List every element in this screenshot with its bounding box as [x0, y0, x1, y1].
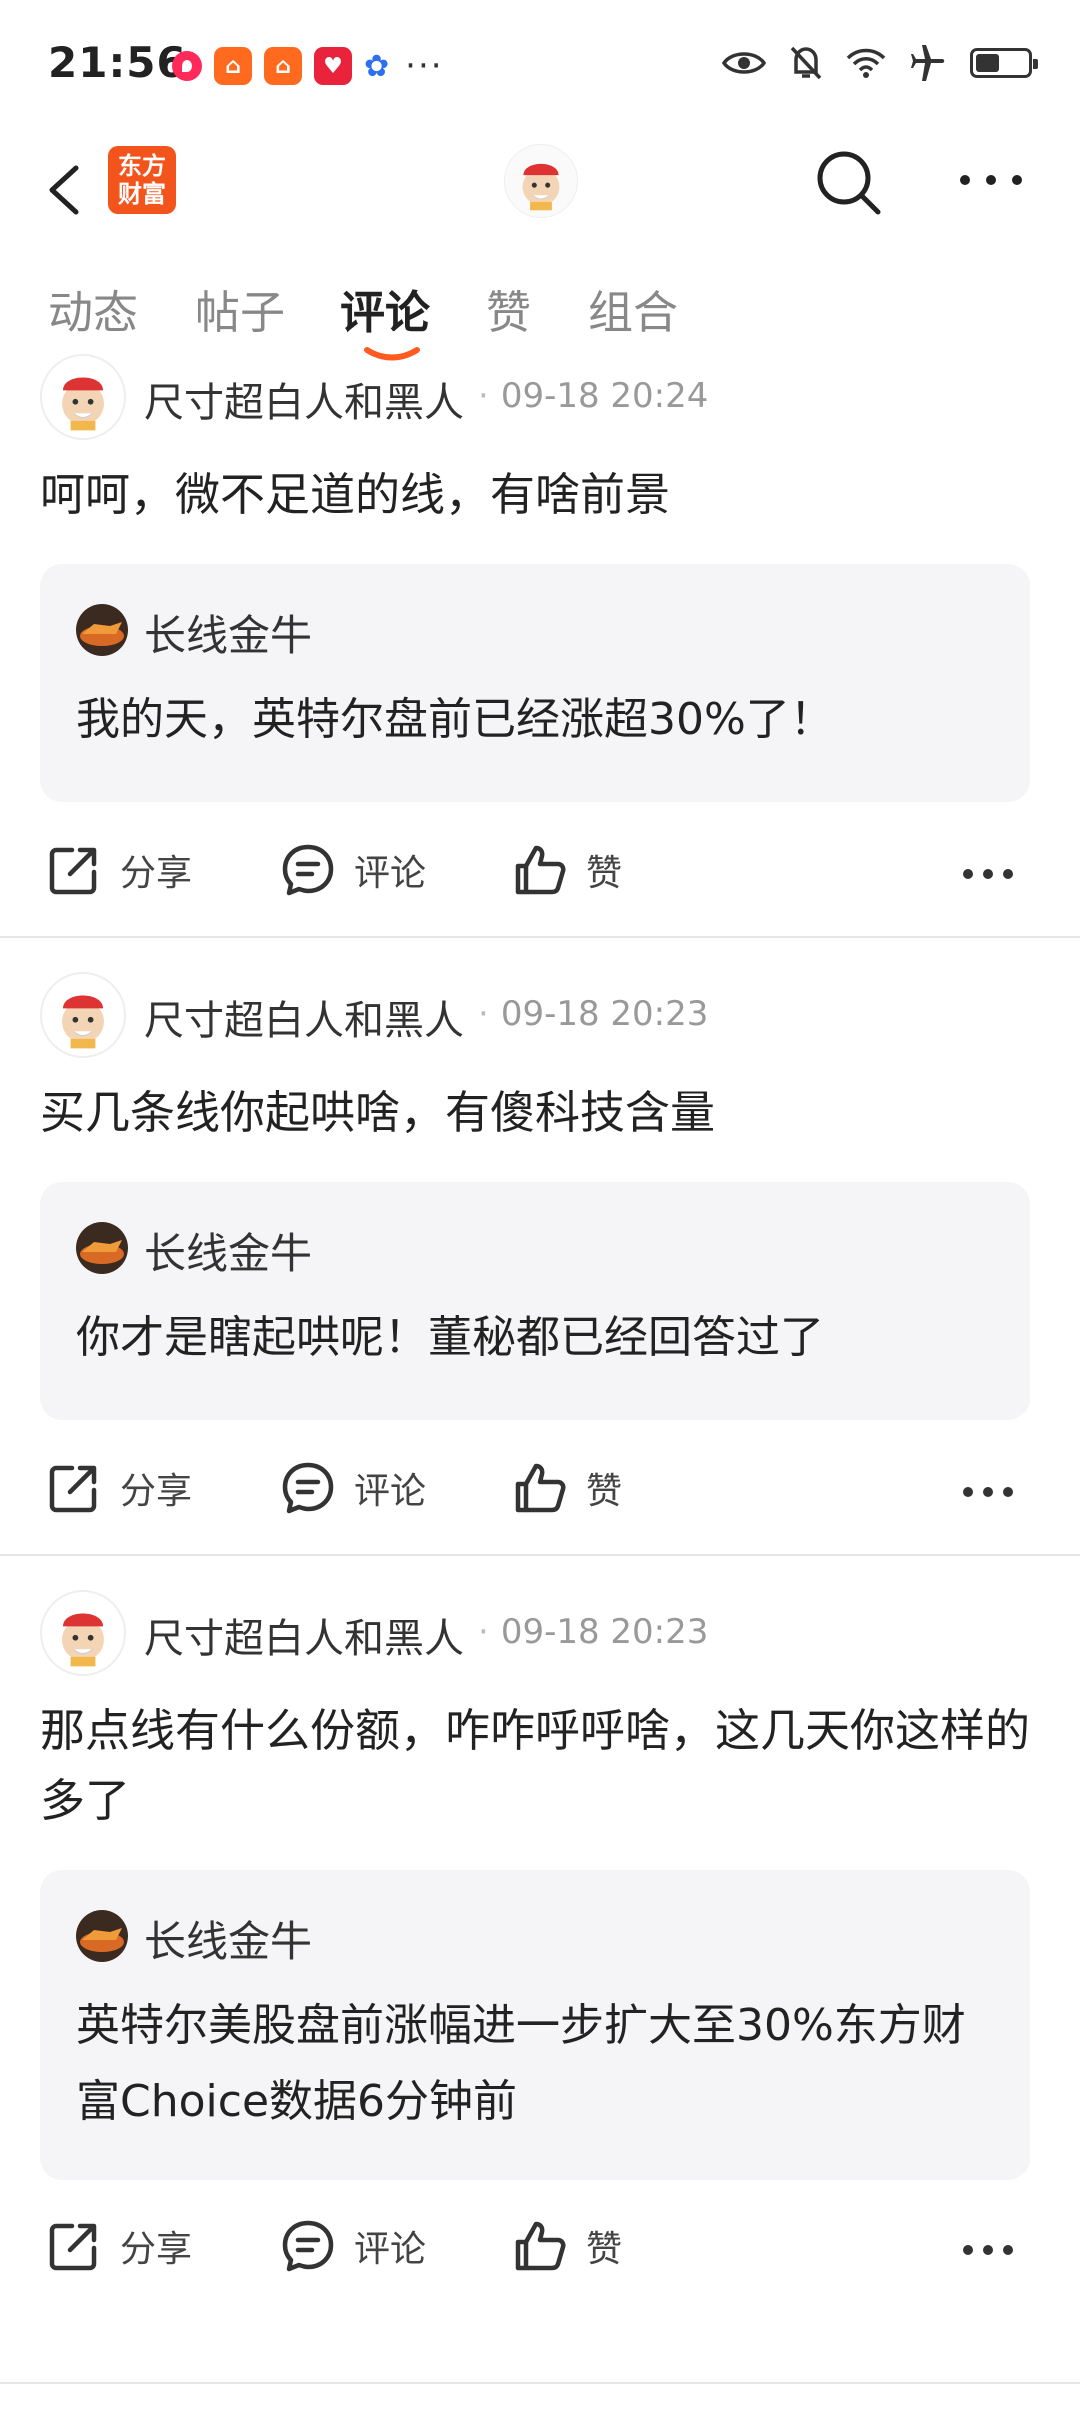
- like-label: 赞: [586, 1471, 623, 1512]
- tab-activity[interactable]: 动态: [48, 276, 138, 341]
- quoted-author-name: 长线金牛: [144, 611, 313, 660]
- comment-icon: [282, 844, 334, 896]
- quoted-post[interactable]: 长线金牛 英特尔美股盘前涨幅进一步扩大至30%东方财富Choice数据6分钟前: [40, 1870, 1030, 2180]
- share-label: 分享: [120, 2229, 193, 2270]
- comment-text[interactable]: 呵呵，微不足道的线，有啥前景: [40, 460, 1030, 530]
- more-options-icon[interactable]: [962, 1484, 1014, 1500]
- like-button[interactable]: 赞: [512, 2218, 622, 2274]
- battery-level: [976, 54, 999, 72]
- like-button[interactable]: 赞: [512, 1460, 622, 1516]
- profile-avatar[interactable]: [504, 144, 578, 218]
- like-label: 赞: [586, 2229, 623, 2270]
- action-bar: 分享 评论 赞: [0, 842, 1080, 922]
- share-label: 分享: [120, 1471, 193, 1512]
- more-options-icon[interactable]: [956, 150, 1026, 210]
- author-avatar[interactable]: [40, 972, 126, 1058]
- bilibili-icon: ⌂: [214, 47, 252, 85]
- profile-tabs: 动态 帖子 评论 赞 组合: [0, 270, 1080, 361]
- eye-icon: [722, 52, 766, 74]
- comment-label: 评论: [354, 853, 427, 894]
- comment-button[interactable]: 评论: [280, 1460, 426, 1516]
- author-avatar[interactable]: [40, 1590, 126, 1676]
- thumbs-up-icon: [515, 1463, 566, 1513]
- wifi-icon: [846, 48, 886, 78]
- author-name[interactable]: 尺寸超白人和黑人: [144, 988, 464, 1046]
- status-notification-icons: ⌂ ⌂ ♥ ✿ ···: [172, 46, 444, 86]
- quoted-author-name: 长线金牛: [144, 1229, 313, 1278]
- action-bar: 分享 评论 赞: [0, 1460, 1080, 1540]
- thumbs-up-icon: [515, 845, 566, 895]
- divider: [0, 2382, 1080, 2384]
- like-label: 赞: [586, 853, 623, 894]
- comment-icon: [282, 1462, 334, 1514]
- logo-line2: 财富: [118, 180, 166, 208]
- quoted-post[interactable]: 长线金牛 你才是瞎起哄呢！董秘都已经回答过了: [40, 1182, 1030, 1420]
- tab-posts[interactable]: 帖子: [195, 276, 285, 341]
- divider: [0, 936, 1080, 938]
- mute-bell-icon: [790, 46, 822, 80]
- share-icon: [49, 1465, 97, 1513]
- logo-line1: 东方: [118, 152, 166, 180]
- author-name[interactable]: 尺寸超白人和黑人: [144, 370, 464, 428]
- status-bar: 21:56 ⌂ ⌂ ♥ ✿ ···: [0, 0, 1080, 130]
- comment-card: 尺寸超白人和黑人 · 09-18 20:23 买几条线你起哄啥，有傻科技含量 长线…: [0, 968, 1080, 1558]
- top-nav-bar: 东方 财富: [0, 130, 1080, 250]
- baidu-icon: ✿: [364, 48, 390, 84]
- more-options-icon[interactable]: [962, 2242, 1014, 2258]
- quoted-text: 你才是瞎起哄呢！董秘都已经回答过了: [76, 1312, 824, 1363]
- status-time: 21:56: [48, 38, 187, 87]
- status-system-icons: [722, 44, 1038, 82]
- post-time-value: 09-18 20:23: [500, 994, 709, 1034]
- like-button[interactable]: 赞: [512, 842, 622, 898]
- quoted-author-avatar: [76, 1910, 128, 1962]
- battery-icon: [970, 48, 1038, 78]
- comment-card: 尺寸超白人和黑人 · 09-18 20:24 呵呵，微不足道的线，有啥前景 长线金…: [0, 350, 1080, 940]
- airplane-mode-icon: [911, 45, 945, 81]
- quoted-post[interactable]: 长线金牛 我的天，英特尔盘前已经涨超30%了！: [40, 564, 1030, 802]
- eastmoney-logo[interactable]: 东方 财富: [108, 146, 176, 214]
- thumbs-up-icon: [515, 2221, 566, 2271]
- comment-card: 尺寸超白人和黑人 · 09-18 20:23 那点线有什么份额，咋咋呼呼啥，这几天…: [0, 1586, 1080, 2376]
- divider: [0, 1554, 1080, 1556]
- share-icon: [49, 847, 97, 895]
- post-time-value: 09-18 20:23: [500, 1612, 709, 1652]
- search-icon[interactable]: [808, 142, 888, 222]
- comment-text[interactable]: 那点线有什么份额，咋咋呼呼啥，这几天你这样的多了: [40, 1696, 1030, 1836]
- quoted-text: 我的天，英特尔盘前已经涨超30%了！: [76, 694, 834, 745]
- tab-portfolio[interactable]: 组合: [588, 276, 678, 341]
- comment-button[interactable]: 评论: [280, 2218, 426, 2274]
- comment-label: 评论: [354, 2229, 427, 2270]
- comment-button[interactable]: 评论: [280, 842, 426, 898]
- post-time: · 09-18 20:23: [478, 1612, 709, 1652]
- post-time-value: 09-18 20:24: [500, 376, 709, 416]
- share-label: 分享: [120, 853, 193, 894]
- share-icon: [49, 2223, 97, 2271]
- quoted-author-avatar: [76, 604, 128, 656]
- comment-icon: [282, 2220, 334, 2272]
- share-button[interactable]: 分享: [46, 2218, 192, 2274]
- post-time: · 09-18 20:24: [478, 376, 709, 416]
- comment-text[interactable]: 买几条线你起哄啥，有傻科技含量: [40, 1078, 1030, 1148]
- share-button[interactable]: 分享: [46, 1460, 192, 1516]
- action-bar: 分享 评论 赞: [0, 2218, 1080, 2298]
- status-more-icon: ···: [405, 46, 444, 86]
- tmall-1111-icon: ♥: [314, 47, 352, 85]
- tab-likes[interactable]: 赞: [486, 276, 531, 341]
- back-arrow-icon[interactable]: [36, 148, 96, 228]
- author-avatar[interactable]: [40, 354, 126, 440]
- quoted-text: 英特尔美股盘前涨幅进一步扩大至30%东方财富Choice数据6分钟前: [76, 2000, 966, 2127]
- author-name[interactable]: 尺寸超白人和黑人: [144, 1606, 464, 1664]
- more-options-icon[interactable]: [962, 866, 1014, 882]
- bilibili-icon: ⌂: [264, 47, 302, 85]
- notification-app-icon: [172, 51, 202, 81]
- tab-comments[interactable]: 评论: [340, 276, 430, 341]
- comment-label: 评论: [354, 1471, 427, 1512]
- post-time: · 09-18 20:23: [478, 994, 709, 1034]
- share-button[interactable]: 分享: [46, 842, 192, 898]
- quoted-author-name: 长线金牛: [144, 1917, 313, 1966]
- quoted-author-avatar: [76, 1222, 128, 1274]
